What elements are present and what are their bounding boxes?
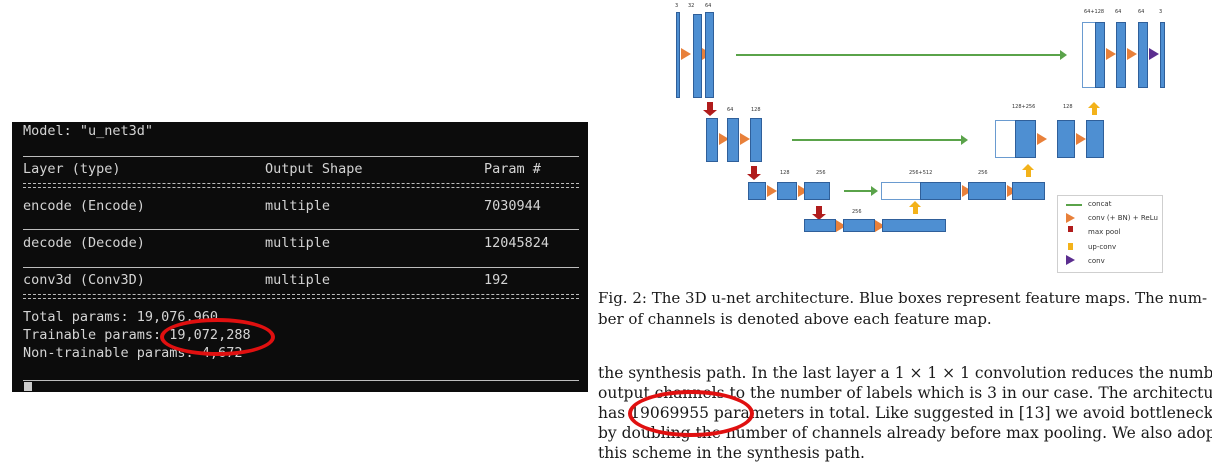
feature-map [706, 118, 718, 162]
feature-map [1138, 22, 1148, 88]
channel-label: 128 [751, 107, 761, 113]
channel-label: 3 [675, 3, 679, 9]
conv-icon [740, 133, 750, 145]
conv-icon [681, 48, 691, 60]
feature-map [968, 182, 1006, 200]
orange-triangle-icon [1066, 213, 1075, 223]
feature-map [750, 118, 762, 162]
channel-label: 32 [688, 3, 695, 9]
header-output-shape: Output Shape [265, 161, 363, 177]
feature-map [1015, 120, 1036, 158]
row-rule [23, 267, 579, 268]
purple-triangle-icon [1066, 255, 1075, 265]
legend-label: max pool [1088, 228, 1121, 236]
feature-map [748, 182, 766, 200]
concat-arrow-icon [736, 50, 1067, 60]
row-rule [23, 229, 579, 230]
header-double-rule [23, 183, 579, 188]
terminal-cursor[interactable] [24, 382, 32, 391]
row-shape: multiple [265, 198, 331, 214]
legend-label: up-conv [1088, 243, 1117, 251]
feature-map [1160, 22, 1165, 88]
footer-double-rule [23, 294, 579, 299]
channel-label: 256 [852, 209, 862, 215]
feature-map [804, 219, 836, 232]
legend-label: concat [1088, 200, 1112, 208]
up-conv-arrow-icon [909, 201, 921, 214]
row-shape: multiple [265, 235, 331, 251]
conv-icon [1127, 48, 1137, 60]
feature-map [693, 14, 702, 98]
feature-map [843, 219, 875, 232]
row-layer: conv3d (Conv3D) [23, 272, 145, 288]
model-name-line: Model: "u_net3d" [23, 123, 154, 139]
channel-label: 256 [816, 170, 826, 176]
max-pool-arrow-icon [703, 102, 717, 116]
channel-label: 3 [1159, 9, 1163, 15]
feature-map [1086, 120, 1104, 158]
channel-label: 128+256 [1012, 104, 1036, 110]
legend-label: conv (+ BN) + ReLu [1088, 214, 1158, 222]
feature-map [882, 219, 946, 232]
yellow-up-arrow-icon [1068, 243, 1073, 250]
row-layer: decode (Decode) [23, 235, 145, 251]
highlight-ellipse-terminal [160, 318, 275, 356]
feature-map [804, 182, 830, 200]
row-shape: multiple [265, 272, 331, 288]
row-param: 7030944 [484, 198, 541, 214]
feature-map [1116, 22, 1126, 88]
green-arrow-icon [1066, 204, 1082, 206]
highlight-ellipse-paper [628, 390, 754, 437]
paper-text-line: this scheme in the synthesis path. [598, 444, 865, 462]
header-param: Param # [484, 161, 541, 177]
channel-label: 64+128 [1084, 9, 1105, 15]
conv-icon [1037, 133, 1047, 145]
table-bottom-rule [23, 380, 579, 381]
conv-icon [767, 185, 777, 197]
feature-map [727, 118, 739, 162]
paper-text-line: the synthesis path. In the last layer a … [598, 364, 1212, 382]
feature-map [676, 12, 680, 98]
terminal-window: Model: "u_net3d" Layer (type) Output Sha… [12, 122, 588, 392]
up-conv-arrow-icon [1088, 102, 1100, 115]
table-top-rule [23, 156, 579, 157]
figure-legend: concat conv (+ BN) + ReLu max pool up-co… [1057, 195, 1163, 273]
channel-label: 64 [705, 3, 712, 9]
final-conv-icon [1149, 48, 1159, 60]
feature-map [777, 182, 797, 200]
channel-label: 256 [978, 170, 988, 176]
feature-map [920, 182, 961, 200]
max-pool-arrow-icon [747, 166, 761, 180]
feature-map [705, 12, 714, 98]
concat-arrow-icon [844, 186, 878, 196]
row-layer: encode (Encode) [23, 198, 145, 214]
feature-map [1057, 120, 1075, 158]
feature-map [1012, 182, 1045, 200]
concat-arrow-icon [792, 135, 968, 145]
red-down-arrow-icon [1068, 226, 1073, 232]
conv-icon [1106, 48, 1116, 60]
row-param: 12045824 [484, 235, 550, 251]
figure-caption-line: ber of channels is denoted above each fe… [598, 310, 992, 328]
figure-caption-line: Fig. 2: The 3D u-net architecture. Blue … [598, 289, 1208, 307]
conv-icon [1076, 133, 1086, 145]
channel-label: 64 [727, 107, 734, 113]
channel-label: 128 [780, 170, 790, 176]
header-layer: Layer (type) [23, 161, 121, 177]
max-pool-arrow-icon [812, 206, 826, 220]
legend-label: conv [1088, 257, 1105, 265]
row-param: 192 [484, 272, 509, 288]
channel-label: 256+512 [909, 170, 933, 176]
channel-label: 64 [1138, 9, 1145, 15]
channel-label: 128 [1063, 104, 1073, 110]
up-conv-arrow-icon [1022, 164, 1034, 177]
unet-figure: 3 32 64 64+128 64 64 3 64 128 128+256 12… [672, 0, 1212, 275]
channel-label: 64 [1115, 9, 1122, 15]
feature-map [1095, 22, 1105, 88]
